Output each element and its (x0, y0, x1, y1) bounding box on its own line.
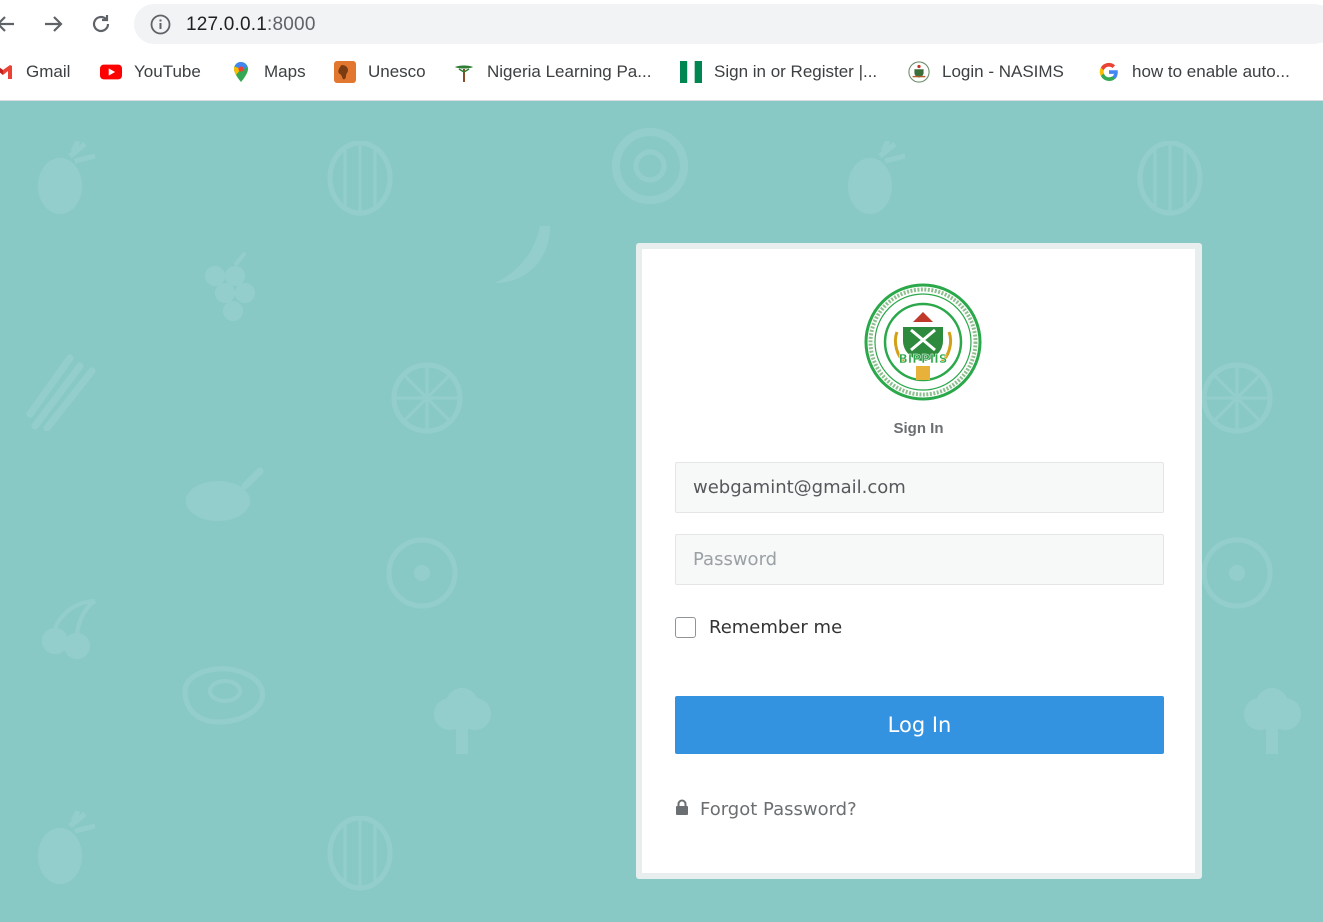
bookmark-nasims[interactable]: Login - NASIMS (908, 54, 1064, 90)
broccoli-icon (434, 688, 491, 754)
login-card-body: BIPPIIS Sign In Remember me Log In Forgo… (642, 249, 1195, 873)
bookmark-label: Maps (264, 62, 306, 81)
bookmark-label: Sign in or Register |... (714, 62, 878, 81)
sign-in-title: Sign In (893, 420, 944, 437)
citrus-icon (391, 362, 463, 434)
bookmark-unesco[interactable]: Unesco (334, 54, 426, 90)
bookmarks-bar: Gmail YouTube Maps Unesco Nigeria Learni… (0, 54, 1323, 90)
watermelon-icon (327, 141, 393, 216)
forgot-password-label[interactable]: Forgot Password? (700, 799, 857, 820)
citrus-icon (1201, 362, 1273, 434)
google-icon (1098, 61, 1120, 83)
bookmark-sign-in-register[interactable]: Sign in or Register |... (680, 54, 877, 90)
pineapple-icon (38, 811, 96, 884)
watermelon-icon (327, 816, 393, 891)
back-arrow-icon[interactable] (0, 8, 22, 40)
password-field[interactable] (675, 534, 1164, 585)
steak-icon (182, 666, 265, 725)
broccoli-icon (1244, 688, 1301, 754)
unesco-icon (334, 61, 356, 83)
kiwi-icon (386, 537, 458, 609)
bookmark-label: Nigeria Learning Pa... (487, 62, 652, 81)
tree-icon (453, 61, 475, 83)
forgot-password-link[interactable]: Forgot Password? (675, 797, 857, 821)
url-port: :8000 (267, 14, 316, 35)
watermelon-icon (1137, 141, 1203, 216)
remember-me-label[interactable]: Remember me (709, 617, 842, 638)
site-info-icon[interactable] (150, 14, 171, 40)
browser-chrome: 127.0.0.1:8000 Gmail YouTube Maps Unesco (0, 0, 1323, 101)
donut-icon (612, 128, 688, 204)
logo-text: BIPPIIS (899, 352, 948, 366)
nigeria-flag-icon (680, 61, 702, 83)
bookmark-youtube[interactable]: YouTube (100, 54, 201, 90)
bookmark-label: Gmail (26, 62, 71, 81)
banana-icon (495, 226, 550, 283)
youtube-icon (100, 61, 122, 83)
bookmark-how-to-enable[interactable]: how to enable auto... (1098, 54, 1290, 90)
coat-of-arms-icon (908, 61, 930, 83)
url-host: 127.0.0.1 (186, 14, 268, 35)
bookmark-maps[interactable]: Maps (230, 54, 306, 90)
url-text: 127.0.0.1:8000 (186, 14, 316, 36)
pineapple-icon (848, 141, 906, 214)
bookmark-gmail[interactable]: Gmail (0, 54, 70, 90)
cherries-icon (42, 599, 97, 659)
bippiis-logo: BIPPIIS (864, 283, 982, 401)
maps-icon (230, 61, 252, 83)
remember-me-checkbox[interactable] (675, 616, 696, 638)
forward-arrow-icon[interactable] (37, 8, 69, 40)
bookmark-nigeria-learning[interactable]: Nigeria Learning Pa... (453, 54, 651, 90)
gmail-icon (0, 61, 14, 83)
chicken-icon (186, 467, 264, 521)
pineapple-icon (38, 141, 96, 214)
bookmark-label: Login - NASIMS (942, 62, 1064, 81)
email-field[interactable] (675, 462, 1164, 513)
asparagus-icon (26, 354, 96, 431)
reload-icon[interactable] (85, 8, 117, 40)
kiwi-icon (1201, 537, 1273, 609)
bookmark-label: Unesco (368, 62, 426, 81)
login-button[interactable]: Log In (675, 696, 1164, 754)
login-card: BIPPIIS Sign In Remember me Log In Forgo… (636, 243, 1202, 879)
lock-icon (675, 799, 689, 820)
remember-me-row[interactable]: Remember me (675, 615, 842, 639)
page-background: BIPPIIS Sign In Remember me Log In Forgo… (0, 101, 1323, 922)
grapes-icon (205, 251, 255, 321)
bookmark-label: YouTube (134, 62, 201, 81)
address-bar[interactable]: 127.0.0.1:8000 (134, 4, 1323, 44)
bookmark-label: how to enable auto... (1132, 62, 1290, 81)
